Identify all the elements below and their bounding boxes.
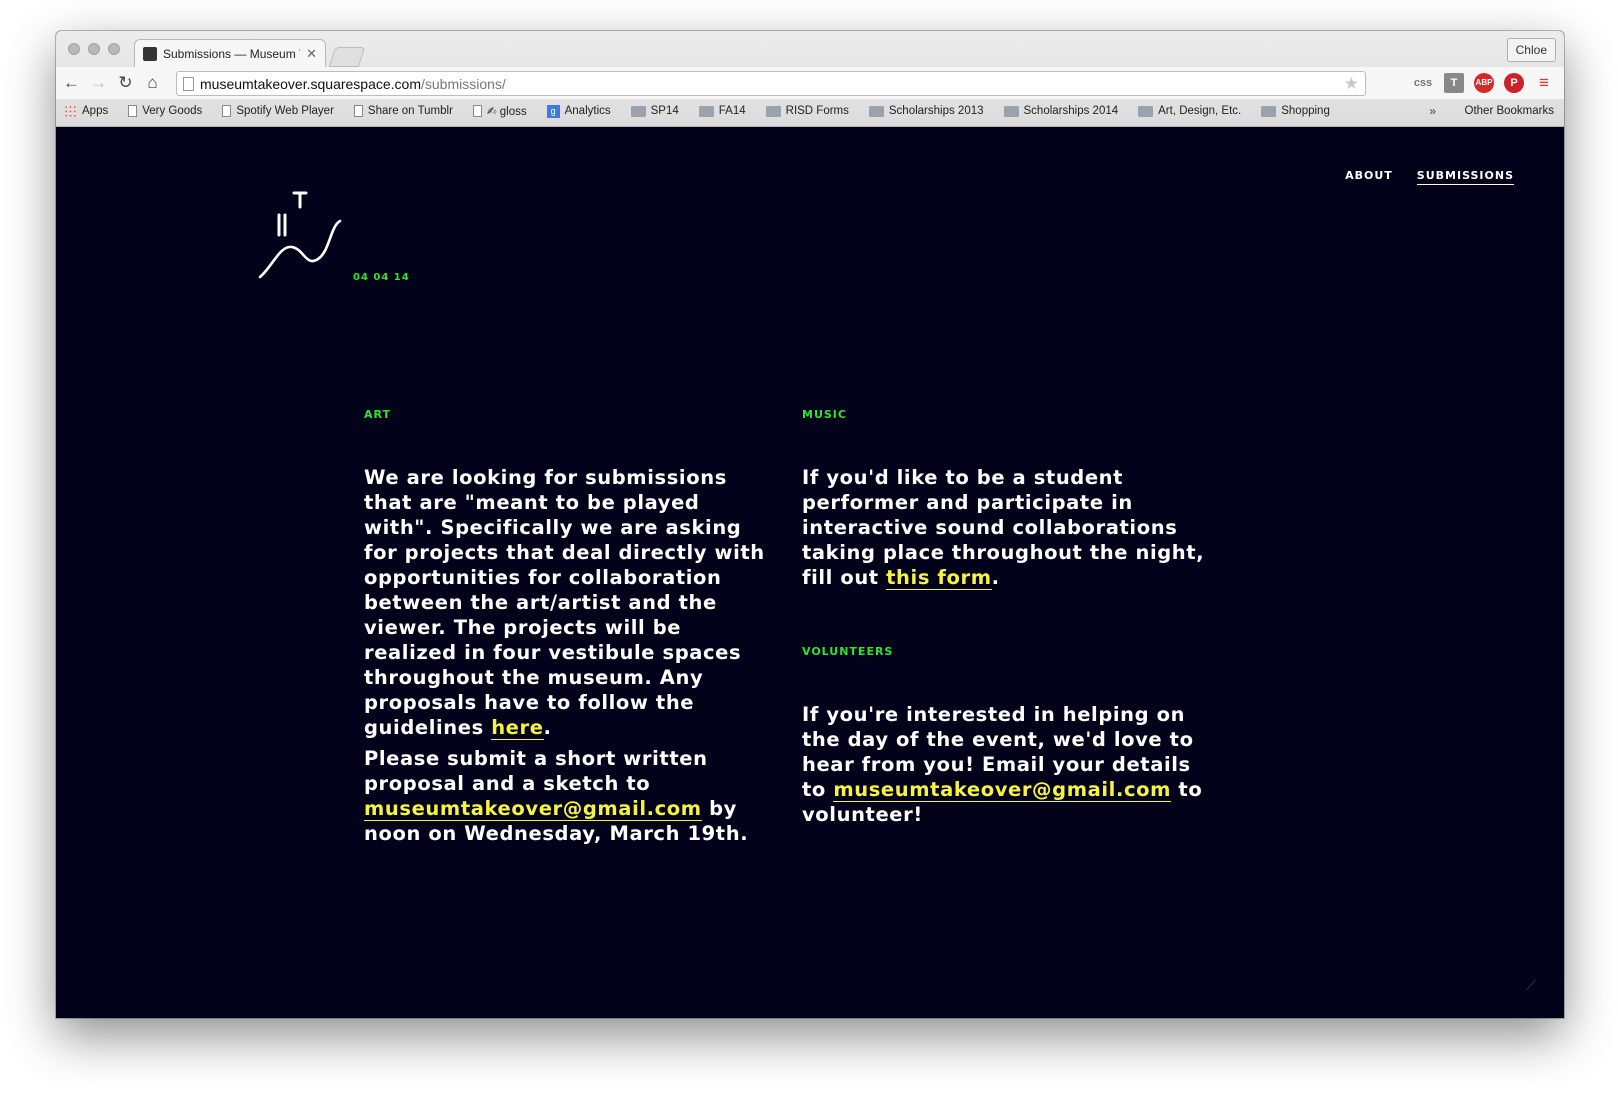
folder-icon: [1003, 105, 1019, 117]
nav-submissions-link[interactable]: SUBMISSIONS: [1416, 169, 1514, 185]
window-controls: [68, 43, 120, 55]
this-form-link[interactable]: this form: [886, 566, 992, 590]
page-icon: [222, 105, 232, 117]
browser-tab[interactable]: Submissions — Museum T ✕: [134, 39, 326, 67]
volunteers-section: VOLUNTEERS If you're interested in helpi…: [802, 645, 1212, 827]
guidelines-link[interactable]: here: [491, 716, 544, 740]
reload-icon[interactable]: ↻: [112, 73, 139, 93]
browser-chrome: Submissions — Museum T ✕ Chloe ← → ↻ ⌂ m…: [56, 31, 1564, 127]
bookmark-folder[interactable]: RISD Forms: [765, 105, 849, 117]
folder-icon: [1261, 105, 1277, 117]
folder-icon: [868, 105, 884, 117]
bookmark-folder[interactable]: Scholarships 2014: [1003, 105, 1118, 117]
google-icon: g: [546, 104, 560, 118]
volunteers-paragraph: If you're interested in helping on the d…: [802, 703, 1203, 826]
close-window-button[interactable]: [68, 43, 80, 55]
site-favicon-icon: [143, 46, 157, 61]
folder-icon: [765, 105, 781, 117]
tab-close-icon[interactable]: ✕: [306, 46, 317, 62]
home-icon[interactable]: ⌂: [139, 73, 166, 93]
nav-about-link[interactable]: ABOUT: [1345, 169, 1393, 185]
art-label: ART: [364, 408, 391, 421]
bookmark-item[interactable]: ✍ gloss: [472, 104, 527, 118]
bookmark-folder[interactable]: FA14: [698, 105, 746, 117]
apps-icon: [64, 104, 77, 118]
pinterest-extension-icon[interactable]: P: [1504, 73, 1524, 93]
art-email-link[interactable]: museumtakeover@gmail.com: [364, 797, 702, 821]
folder-icon: [630, 105, 646, 117]
folder-icon: [1138, 105, 1154, 117]
art-section: ART We are looking for submissions that …: [364, 408, 774, 846]
art-paragraph-2: Please submit a short written proposal a…: [364, 747, 749, 845]
url-host: museumtakeover.squarespace.com: [200, 75, 421, 92]
new-tab-button[interactable]: [328, 47, 366, 67]
tumblr-extension-icon[interactable]: T: [1444, 73, 1464, 93]
music-paragraph: If you'd like to be a student performer …: [802, 466, 1205, 590]
bookmark-star-icon[interactable]: ★: [1344, 74, 1359, 94]
back-arrow-icon[interactable]: ←: [58, 73, 85, 93]
music-section: MUSIC If you'd like to be a student perf…: [802, 408, 1212, 590]
volunteer-email-link[interactable]: museumtakeover@gmail.com: [833, 778, 1172, 802]
bookmark-item[interactable]: Share on Tumblr: [353, 105, 453, 117]
music-label: MUSIC: [802, 408, 847, 421]
bookmark-item[interactable]: Spotify Web Player: [222, 105, 334, 117]
bookmark-folder[interactable]: Shopping: [1261, 105, 1330, 117]
url-path: /submissions/: [421, 75, 506, 92]
page-icon: [128, 105, 138, 117]
bookmark-item[interactable]: g Analytics: [546, 104, 611, 118]
profile-button[interactable]: Chloe: [1506, 38, 1556, 62]
browser-toolbar: ← → ↻ ⌂ museumtakeover.squarespace.com/s…: [56, 67, 1564, 99]
event-date: 04 04 14: [353, 272, 410, 283]
forward-arrow-icon[interactable]: →: [85, 73, 112, 93]
museum-takeover-logo-icon[interactable]: [258, 189, 348, 279]
bookmarks-bar: Apps Very Goods Spotify Web Player Share…: [56, 99, 1564, 123]
page-icon: [183, 76, 194, 91]
chrome-menu-icon[interactable]: ≡: [1534, 73, 1554, 93]
page-icon: [353, 105, 363, 117]
folder-icon: [698, 105, 714, 117]
bookmark-item[interactable]: Apps: [64, 104, 108, 118]
bookmark-item[interactable]: Very Goods: [128, 105, 202, 117]
bookmark-folder[interactable]: Art, Design, Etc.: [1138, 105, 1241, 117]
art-paragraph-1: We are looking for submissions that are …: [364, 466, 765, 740]
squarespace-logo-icon[interactable]: ⟋: [1526, 977, 1536, 994]
bookmarks-overflow-button[interactable]: »: [1429, 104, 1436, 118]
other-bookmarks-folder[interactable]: Other Bookmarks: [1460, 105, 1554, 117]
browser-window: Submissions — Museum T ✕ Chloe ← → ↻ ⌂ m…: [56, 31, 1564, 1018]
maximize-window-button[interactable]: [108, 43, 120, 55]
site-page: ABOUT SUBMISSIONS 04 04 14 ART We are lo…: [56, 127, 1564, 1018]
volunteers-label: VOLUNTEERS: [802, 645, 894, 658]
css-extension-icon[interactable]: css: [1412, 73, 1434, 93]
minimize-window-button[interactable]: [88, 43, 100, 55]
extensions-bar: css T ABP P ≡: [1412, 73, 1554, 93]
site-nav: ABOUT SUBMISSIONS: [1345, 169, 1514, 185]
adblock-extension-icon[interactable]: ABP: [1474, 73, 1494, 93]
bookmark-folder[interactable]: SP14: [630, 105, 679, 117]
tab-title: Submissions — Museum T: [163, 46, 301, 61]
bookmark-folder[interactable]: Scholarships 2013: [868, 105, 984, 117]
address-bar[interactable]: museumtakeover.squarespace.com/submissio…: [176, 71, 1366, 96]
page-icon: [472, 105, 482, 117]
